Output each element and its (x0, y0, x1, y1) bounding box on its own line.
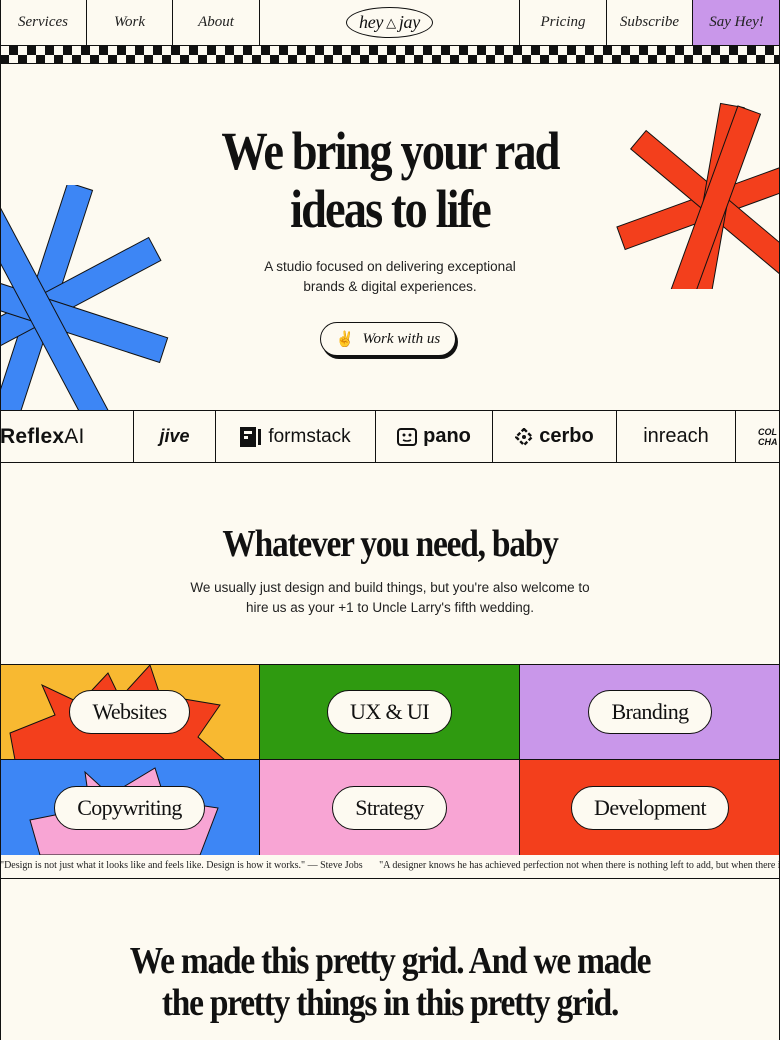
services-grid: Websites UX & UI Branding Copywriting St… (0, 664, 780, 855)
service-label: Development (571, 785, 729, 830)
service-tile-strategy[interactable]: Strategy (260, 760, 520, 855)
hero-subtitle: A studio focused on delivering exception… (0, 257, 780, 296)
jive-wordmark: jive (159, 426, 190, 446)
client-logo-strip: ReflexAI jive formstack pano cerbo inrea… (0, 410, 780, 463)
service-label: Copywriting (54, 785, 205, 830)
service-tile-ux-ui[interactable]: UX & UI (260, 665, 520, 760)
inreach-wordmark: inreach (643, 425, 709, 447)
service-tile-websites[interactable]: Websites (0, 665, 260, 760)
hero-subtitle-line: brands & digital experiences. (303, 278, 477, 294)
checkerboard-divider (0, 46, 780, 64)
hero-title-line: ideas to life (290, 179, 492, 239)
logo-word-hey: hey (359, 12, 384, 32)
services-title: Whatever you need, baby (222, 523, 558, 565)
triangle-icon: △ (386, 14, 396, 30)
reflex-wordmark: Reflex (0, 424, 65, 448)
cerbo-wordmark: cerbo (539, 425, 594, 447)
formstack-icon (240, 426, 262, 447)
reflex-ai-suffix: AI (64, 424, 85, 448)
nav-link-pricing[interactable]: Pricing (520, 0, 607, 45)
grid-title-line: the pretty things in this pretty grid. (161, 982, 620, 1024)
work-with-us-button[interactable]: ✌ Work with us (320, 322, 456, 356)
service-label: UX & UI (327, 690, 452, 734)
logo-word-jay: jay (398, 12, 420, 32)
service-tile-development[interactable]: Development (520, 760, 780, 855)
say-hey-button[interactable]: Say Hey! (693, 0, 780, 45)
service-label: Branding (588, 690, 712, 734)
top-navigation: Services Work About hey △ jay Pricing Su… (0, 0, 780, 46)
client-logo-pano: pano (376, 411, 493, 462)
services-subtitle: We usually just design and build things,… (0, 578, 780, 617)
client-logo-formstack: formstack (216, 411, 376, 462)
nav-link-about[interactable]: About (173, 0, 260, 45)
hero-title-line: We bring your rad (221, 121, 560, 181)
quotes-marquee: "Design is not just what it looks like a… (0, 855, 780, 879)
service-tile-branding[interactable]: Branding (520, 665, 780, 760)
client-logo-partial: COL CHA (736, 411, 780, 462)
partial-logo-line: CHA (758, 436, 778, 447)
nav-link-subscribe[interactable]: Subscribe (607, 0, 693, 45)
cerbo-diamond-icon (515, 427, 534, 446)
peace-hand-icon: ✌ (335, 331, 355, 348)
hero-title: We bring your rad ideas to life (55, 122, 726, 238)
partial-logo-line: COL (758, 426, 777, 437)
grid-title-line: We made this pretty grid. And we made (129, 940, 652, 982)
logo-cell: hey △ jay (260, 0, 520, 45)
quote-steve-jobs: "Design is not just what it looks like a… (0, 860, 363, 871)
work-with-us-label: Work with us (362, 330, 441, 347)
services-subtitle-line: hire us as your +1 to Uncle Larry's fift… (245, 599, 535, 615)
pano-face-icon (397, 427, 418, 446)
nav-link-services[interactable]: Services (0, 0, 87, 45)
formstack-wordmark: formstack (268, 425, 351, 447)
grid-section-title: We made this pretty grid. And we made th… (47, 940, 733, 1024)
pano-wordmark: pano (423, 425, 471, 447)
client-logo-inreach: inreach (617, 411, 736, 462)
hero-subtitle-line: A studio focused on delivering exception… (264, 259, 516, 274)
service-label: Strategy (332, 785, 447, 830)
quote-perfection: "A designer knows he has achieved perfec… (379, 860, 780, 871)
client-logo-reflexai: ReflexAI (0, 411, 134, 462)
client-logo-cerbo: cerbo (493, 411, 617, 462)
nav-link-work[interactable]: Work (87, 0, 173, 45)
client-logo-jive: jive (134, 411, 216, 462)
services-subtitle-line: We usually just design and build things,… (190, 580, 590, 595)
service-tile-copywriting[interactable]: Copywriting (0, 760, 260, 855)
site-logo[interactable]: hey △ jay (346, 7, 433, 38)
service-label: Websites (69, 690, 190, 734)
